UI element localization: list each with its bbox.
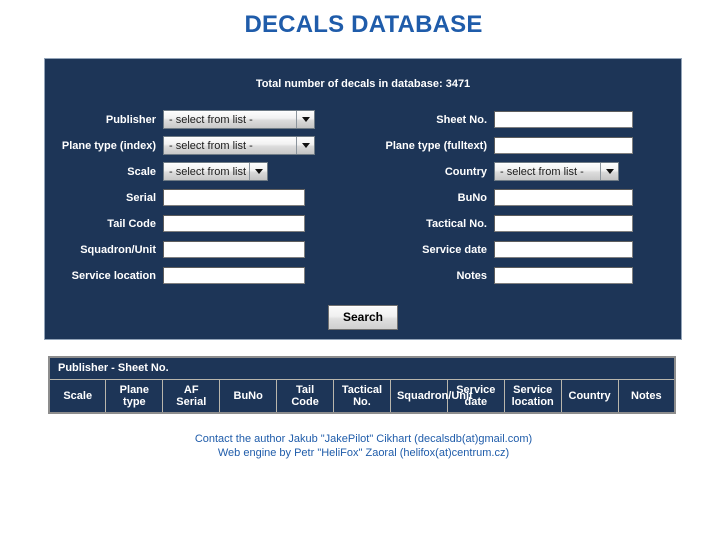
- form-cell-notes: Notes: [349, 267, 669, 284]
- label-tactical-no: Tactical No.: [426, 217, 487, 230]
- search-panel: Total number of decals in database: 3471…: [44, 58, 682, 340]
- results-table: Publisher - Sheet No. Scale Plane type A…: [48, 356, 676, 414]
- form-row: Service location Notes: [45, 263, 681, 288]
- results-group-header: Publisher - Sheet No.: [48, 356, 676, 380]
- search-form-grid: Publisher - select from list - Sheet No.…: [45, 107, 681, 289]
- country-select[interactable]: - select from list -: [494, 162, 619, 181]
- column-header-plane-type[interactable]: Plane type: [105, 378, 164, 413]
- label-sheet-no: Sheet No.: [436, 113, 487, 126]
- search-button[interactable]: Search: [327, 305, 399, 330]
- form-cell-scale: Scale - select from list -: [45, 162, 349, 181]
- column-header-tail-code[interactable]: Tail Code: [276, 378, 335, 413]
- service-location-input[interactable]: [163, 267, 305, 284]
- label-serial: Serial: [126, 191, 156, 204]
- label-tail-code: Tail Code: [107, 217, 156, 230]
- form-row: Publisher - select from list - Sheet No.: [45, 107, 681, 132]
- tactical-no-input[interactable]: [494, 215, 633, 232]
- tail-code-input[interactable]: [163, 215, 305, 232]
- table-group-header-row: Publisher - Sheet No.: [48, 356, 676, 380]
- footer: Contact the author Jakub "JakePilot" Cik…: [0, 432, 727, 460]
- table-header-row: Scale Plane type AF Serial BuNo Tail Cod…: [48, 378, 676, 413]
- form-row: Squadron/Unit Service date: [45, 237, 681, 262]
- form-cell-squadron-unit: Squadron/Unit: [45, 241, 349, 258]
- form-cell-country: Country - select from list -: [349, 162, 669, 181]
- column-header-af-serial[interactable]: AF Serial: [162, 378, 221, 413]
- column-header-buno[interactable]: BuNo: [219, 378, 278, 413]
- column-header-notes[interactable]: Notes: [617, 378, 676, 413]
- chevron-down-icon[interactable]: [296, 111, 314, 128]
- buno-input[interactable]: [494, 189, 633, 206]
- scale-select[interactable]: - select from list -: [163, 162, 268, 181]
- notes-input[interactable]: [494, 267, 633, 284]
- label-notes: Notes: [456, 269, 487, 282]
- form-row: Tail Code Tactical No.: [45, 211, 681, 236]
- label-service-location: Service location: [71, 269, 156, 282]
- search-button-container: Search: [45, 305, 681, 330]
- label-squadron-unit: Squadron/Unit: [80, 243, 156, 256]
- country-select-value: - select from list -: [500, 165, 584, 178]
- column-header-scale[interactable]: Scale: [48, 378, 107, 413]
- label-country: Country: [444, 165, 487, 178]
- total-count-text: Total number of decals in database: 3471: [255, 78, 471, 90]
- publisher-select[interactable]: - select from list -: [163, 110, 315, 129]
- column-header-country[interactable]: Country: [560, 378, 619, 413]
- page-title: DECALS DATABASE: [244, 11, 483, 38]
- chevron-down-icon[interactable]: [249, 163, 267, 180]
- footer-contact-text[interactable]: Contact the author Jakub "JakePilot" Cik…: [195, 433, 532, 445]
- form-cell-plane-type-fulltext: Plane type (fulltext): [349, 137, 669, 154]
- label-service-date: Service date: [422, 243, 487, 256]
- form-row: Serial BuNo: [45, 185, 681, 210]
- chevron-down-icon[interactable]: [600, 163, 618, 180]
- label-plane-type-fulltext: Plane type (fulltext): [385, 139, 487, 152]
- form-cell-tactical-no: Tactical No.: [349, 215, 669, 232]
- label-buno: BuNo: [457, 191, 487, 204]
- form-cell-tail-code: Tail Code: [45, 215, 349, 232]
- column-header-squadron-unit[interactable]: Squadron/Unit: [389, 378, 473, 413]
- page-root: DECALS DATABASE Total number of decals i…: [0, 0, 727, 545]
- squadron-unit-input[interactable]: [163, 241, 305, 258]
- form-cell-service-location: Service location: [45, 267, 349, 284]
- plane-type-index-select[interactable]: - select from list -: [163, 136, 315, 155]
- plane-type-fulltext-input[interactable]: [494, 137, 633, 154]
- column-header-tactical-no[interactable]: Tactical No.: [333, 378, 391, 413]
- label-plane-type-index: Plane type (index): [61, 139, 156, 152]
- footer-engine-text[interactable]: Web engine by Petr "HeliFox" Zaoral (hel…: [218, 447, 509, 459]
- form-row: Scale - select from list - Country - sel…: [45, 159, 681, 184]
- form-cell-sheet-no: Sheet No.: [349, 111, 669, 128]
- label-scale: Scale: [127, 165, 156, 178]
- serial-input[interactable]: [163, 189, 305, 206]
- form-cell-serial: Serial: [45, 189, 349, 206]
- service-date-input[interactable]: [494, 241, 633, 258]
- form-row: Plane type (index) - select from list - …: [45, 133, 681, 158]
- form-cell-plane-type-index: Plane type (index) - select from list -: [45, 136, 349, 155]
- form-cell-service-date: Service date: [349, 241, 669, 258]
- footer-line-contact: Contact the author Jakub "JakePilot" Cik…: [0, 432, 727, 446]
- column-header-service-location[interactable]: Service location: [503, 378, 562, 413]
- sheet-no-input[interactable]: [494, 111, 633, 128]
- footer-line-engine: Web engine by Petr "HeliFox" Zaoral (hel…: [0, 446, 727, 460]
- form-cell-publisher: Publisher - select from list -: [45, 110, 349, 129]
- label-publisher: Publisher: [105, 113, 156, 126]
- chevron-down-icon[interactable]: [296, 137, 314, 154]
- publisher-select-value: - select from list -: [169, 113, 253, 126]
- plane-type-index-select-value: - select from list -: [169, 139, 253, 152]
- scale-select-value: - select from list -: [169, 165, 249, 178]
- form-cell-buno: BuNo: [349, 189, 669, 206]
